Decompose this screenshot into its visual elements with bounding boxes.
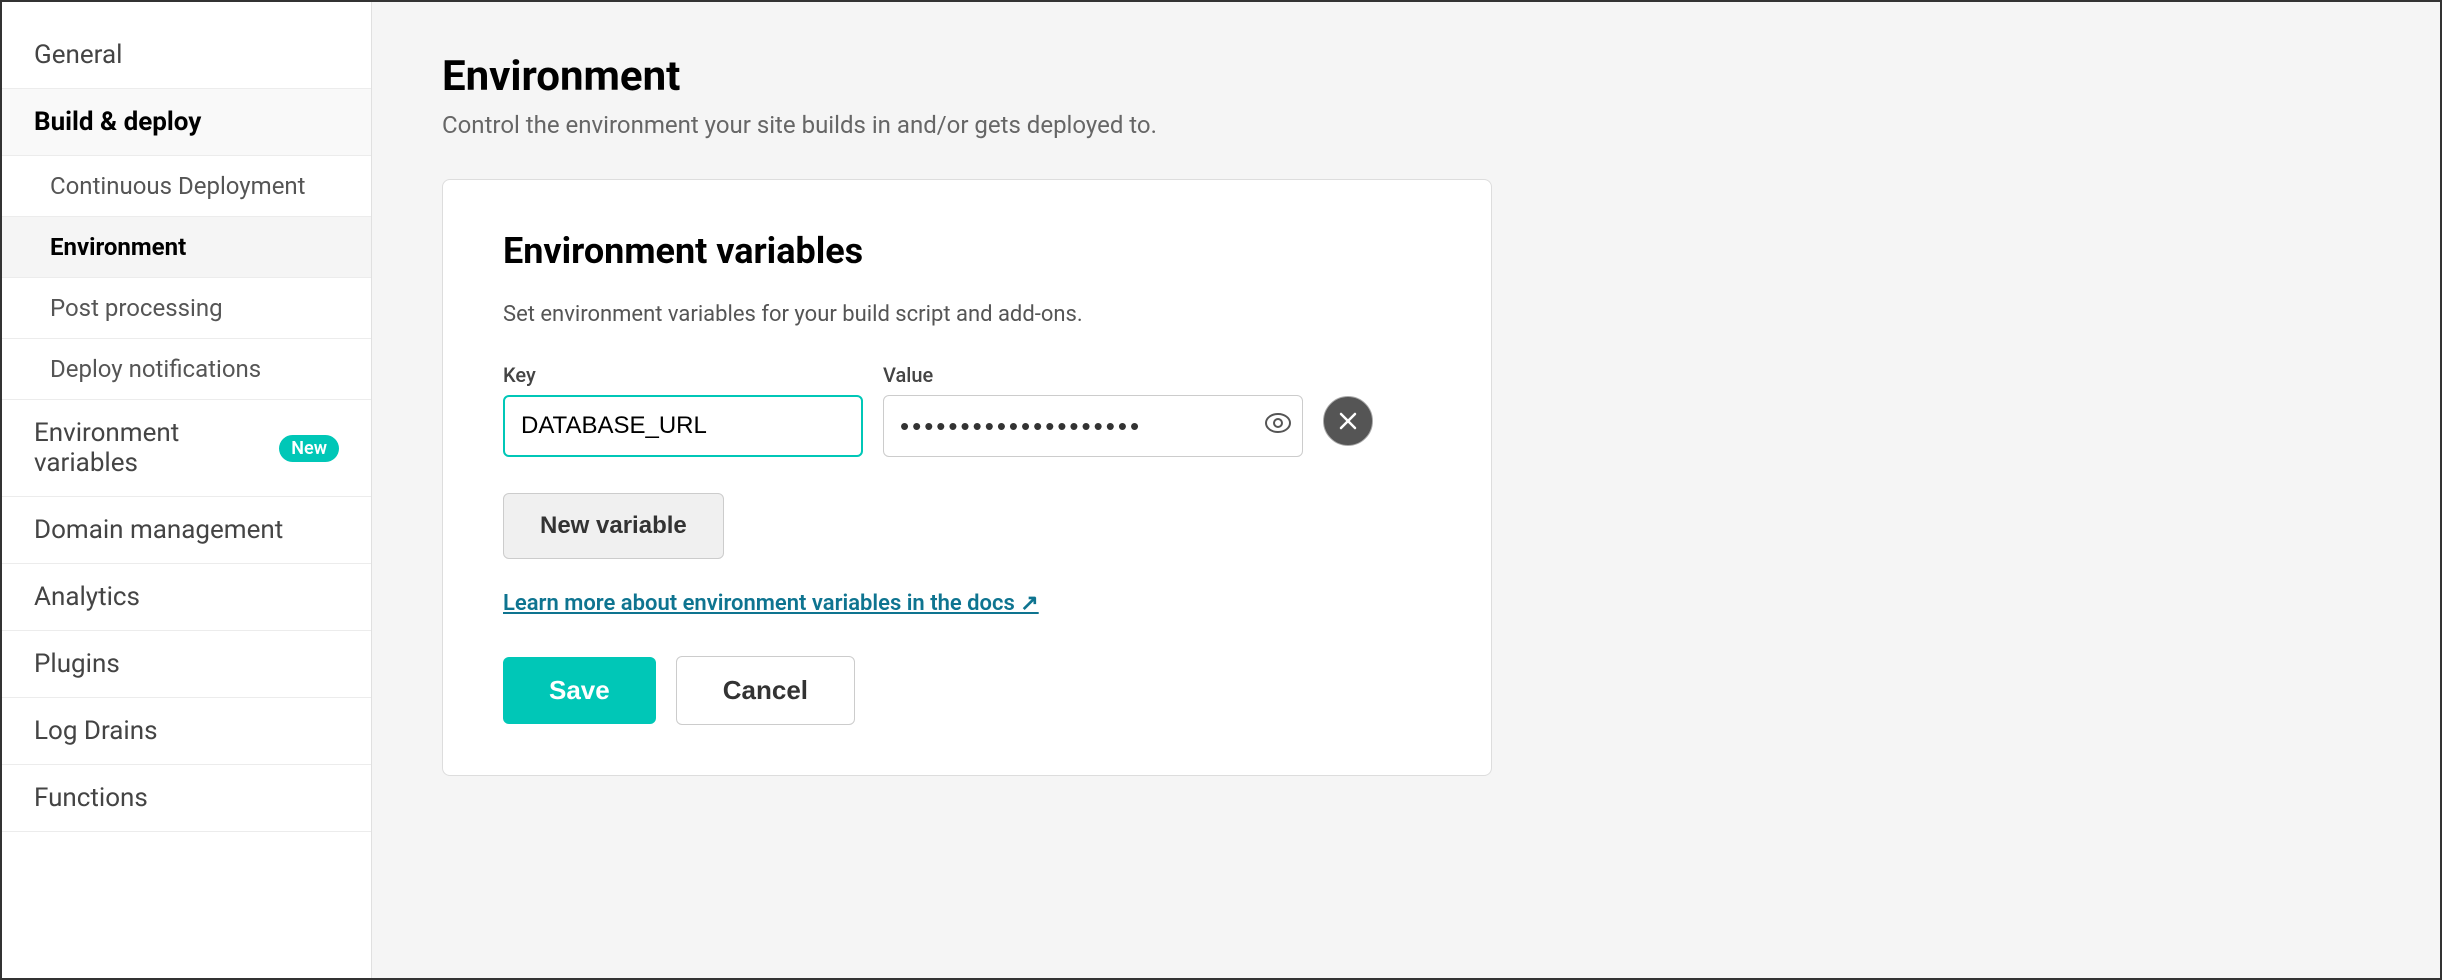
remove-variable-button[interactable] bbox=[1323, 396, 1373, 446]
sidebar-item-log-drains[interactable]: Log Drains bbox=[2, 698, 371, 765]
sidebar-item-functions[interactable]: Functions bbox=[2, 765, 371, 832]
value-wrapper bbox=[883, 395, 1303, 457]
value-field-group: Value bbox=[883, 363, 1303, 457]
new-badge: New bbox=[279, 435, 339, 462]
sidebar-item-general[interactable]: General bbox=[2, 22, 371, 89]
value-label: Value bbox=[883, 363, 1303, 387]
environment-variables-card: Environment variables Set environment va… bbox=[442, 179, 1492, 776]
sidebar: General Build & deploy Continuous Deploy… bbox=[2, 2, 372, 978]
sidebar-item-analytics[interactable]: Analytics bbox=[2, 564, 371, 631]
sidebar-item-environment-variables[interactable]: Environment variables New bbox=[2, 400, 371, 497]
sidebar-sub-deploy-notifications[interactable]: Deploy notifications bbox=[2, 339, 371, 400]
card-description: Set environment variables for your build… bbox=[503, 302, 1431, 327]
toggle-visibility-button[interactable] bbox=[1251, 413, 1303, 439]
sidebar-item-build-deploy[interactable]: Build & deploy bbox=[2, 89, 371, 156]
sidebar-sub-environment[interactable]: Environment bbox=[2, 217, 371, 278]
main-content: Environment Control the environment your… bbox=[372, 2, 2440, 978]
page-subtitle: Control the environment your site builds… bbox=[442, 111, 2370, 139]
key-input[interactable] bbox=[503, 395, 863, 457]
sidebar-item-plugins[interactable]: Plugins bbox=[2, 631, 371, 698]
sidebar-sub-post-processing[interactable]: Post processing bbox=[2, 278, 371, 339]
cancel-button[interactable]: Cancel bbox=[676, 656, 855, 725]
env-variable-row: Key Value bbox=[503, 363, 1431, 457]
save-button[interactable]: Save bbox=[503, 657, 656, 724]
action-row: Save Cancel bbox=[503, 656, 1431, 725]
sidebar-item-domain-management[interactable]: Domain management bbox=[2, 497, 371, 564]
sidebar-sub-continuous-deployment[interactable]: Continuous Deployment bbox=[2, 156, 371, 217]
page-title: Environment bbox=[442, 52, 2370, 101]
docs-link[interactable]: Learn more about environment variables i… bbox=[503, 591, 1431, 616]
key-label: Key bbox=[503, 363, 863, 387]
value-input[interactable] bbox=[884, 411, 1251, 442]
card-title: Environment variables bbox=[503, 230, 1431, 272]
new-variable-button[interactable]: New variable bbox=[503, 493, 724, 559]
key-field-group: Key bbox=[503, 363, 863, 457]
